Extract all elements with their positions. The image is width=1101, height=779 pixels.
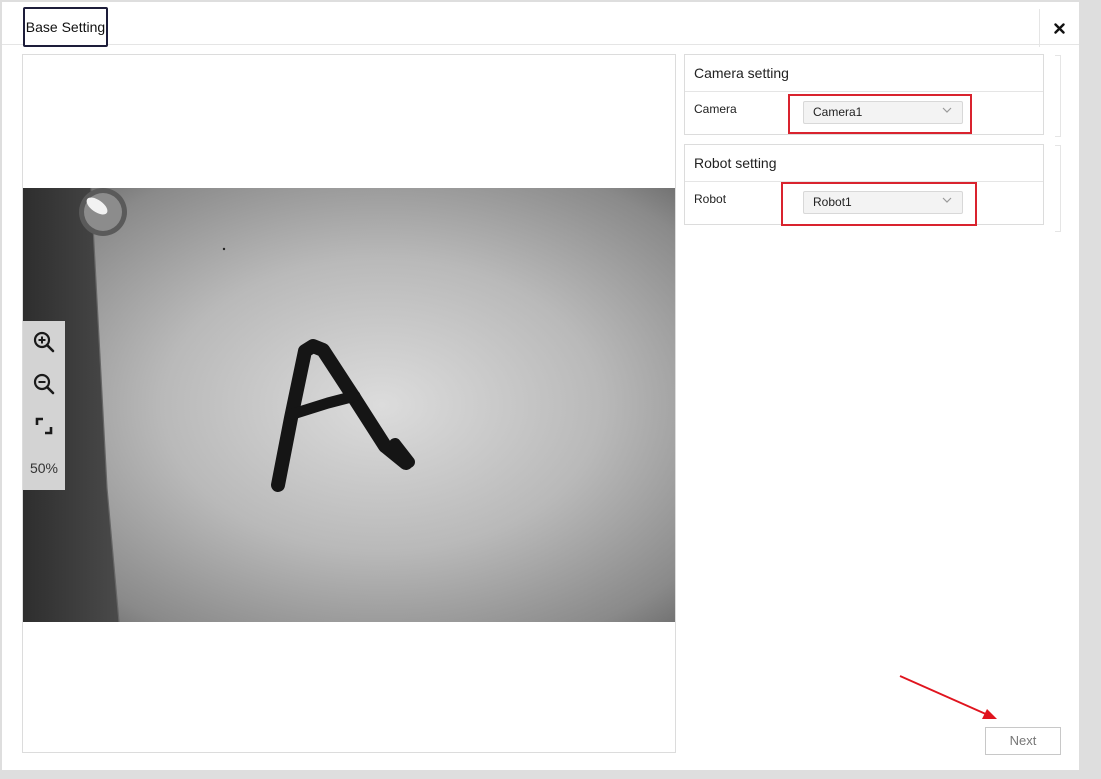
arrowhead-icon xyxy=(982,709,997,719)
robot-row: Robot Robot1 xyxy=(685,182,1043,226)
zoom-out-button[interactable] xyxy=(23,363,65,405)
image-viewer: 50% xyxy=(22,54,676,753)
chevron-down-icon xyxy=(942,197,952,203)
chevron-down-icon xyxy=(942,107,952,113)
dialog-titlebar: Base Setting xyxy=(2,2,1079,47)
zoom-in-button[interactable] xyxy=(23,321,65,363)
camera-image-render xyxy=(23,188,675,622)
zoom-level-readout: 50% xyxy=(29,460,59,476)
robot-select-value: Robot1 xyxy=(813,195,852,209)
camera-image[interactable] xyxy=(23,188,675,622)
close-icon xyxy=(1054,22,1065,34)
tab-base-setting[interactable]: Base Setting xyxy=(23,7,108,47)
zoom-in-icon xyxy=(33,331,55,353)
next-button[interactable]: Next xyxy=(985,727,1061,755)
base-setting-dialog: Base Setting 50% Camera setting Camera C… xyxy=(2,2,1079,770)
robot-panel-side-bracket xyxy=(1055,145,1061,232)
camera-select-value: Camera1 xyxy=(813,105,863,119)
camera-row: Camera Camera1 xyxy=(685,92,1043,134)
robot-setting-panel: Robot setting Robot Robot1 xyxy=(684,144,1044,226)
robot-select[interactable]: Robot1 xyxy=(803,191,963,214)
camera-label: Camera xyxy=(694,102,737,116)
close-button[interactable] xyxy=(1039,9,1079,47)
fit-screen-icon xyxy=(35,417,53,435)
camera-select[interactable]: Camera1 xyxy=(803,101,963,124)
zoom-toolbar: 50% xyxy=(23,321,65,490)
camera-setting-title: Camera setting xyxy=(685,55,1043,92)
zoom-out-icon xyxy=(33,373,55,395)
camera-setting-panel: Camera setting Camera Camera1 xyxy=(684,54,1044,135)
camera-panel-side-bracket xyxy=(1055,55,1061,137)
robot-label: Robot xyxy=(694,192,727,206)
fit-screen-button[interactable] xyxy=(23,405,65,447)
robot-setting-title: Robot setting xyxy=(685,145,1043,182)
